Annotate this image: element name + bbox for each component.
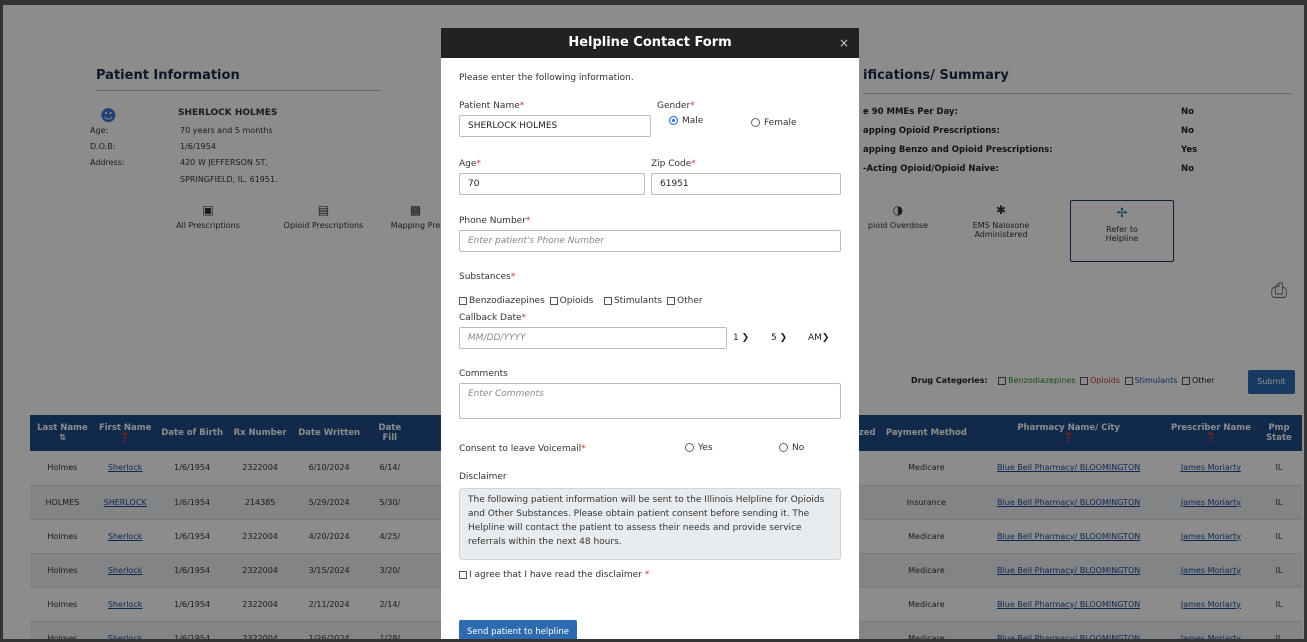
substance-other-checkbox[interactable]: [667, 296, 675, 305]
hour-select[interactable]: 1 ❯: [733, 327, 749, 349]
comments-textarea[interactable]: Enter Comments: [459, 383, 841, 419]
disclaimer-label: Disclaimer: [459, 472, 507, 482]
gender-female-radio[interactable]: Female: [751, 118, 797, 128]
disclaimer-text: The following patient information will b…: [459, 488, 841, 560]
age-input[interactable]: 70: [459, 173, 645, 195]
modal-title: Helpline Contact Form: [568, 35, 732, 50]
phone-label: Phone Number*: [459, 216, 531, 226]
gender-label: Gender*: [657, 101, 695, 111]
radio-empty-icon: [685, 443, 694, 452]
substance-opioids-checkbox[interactable]: [549, 296, 558, 305]
agree-checkbox-row[interactable]: I agree that I have read the disclaimer …: [457, 570, 649, 580]
substance-stimulants-checkbox[interactable]: [603, 296, 612, 305]
zip-input[interactable]: 61951: [651, 173, 841, 195]
zip-label: Zip Code*: [651, 159, 696, 169]
substances-options: Benzodiazepines Opioids Stimulants Other: [457, 296, 703, 306]
phone-input[interactable]: Enter patient's Phone Number: [459, 230, 841, 252]
helpline-contact-modal: Helpline Contact Form × Please enter the…: [441, 28, 859, 639]
callback-label: Callback Date*: [459, 313, 527, 323]
modal-header: Helpline Contact Form ×: [441, 28, 859, 58]
substance-benzo-checkbox[interactable]: [459, 296, 467, 305]
radio-empty-icon: [779, 443, 788, 452]
substances-label: Substances*: [459, 272, 516, 282]
modal-intro: Please enter the following information.: [459, 73, 634, 83]
app-frame: Patient Information ☻ SHERLOCK HOLMES Ag…: [0, 0, 1307, 642]
minute-select[interactable]: 5 ❯: [771, 327, 787, 349]
close-icon[interactable]: ×: [839, 28, 849, 58]
comments-label: Comments: [459, 369, 508, 379]
patient-name-input[interactable]: SHERLOCK HOLMES: [459, 115, 651, 137]
send-to-helpline-button[interactable]: Send patient to helpline: [459, 620, 577, 639]
consent-no-radio[interactable]: No: [779, 443, 804, 453]
radio-empty-icon: [751, 118, 760, 127]
callback-date-input[interactable]: MM/DD/YYYY: [459, 327, 727, 349]
consent-yes-radio[interactable]: Yes: [685, 443, 713, 453]
agree-checkbox[interactable]: [459, 570, 467, 579]
age-label: Age*: [459, 159, 481, 169]
radio-selected-icon: [669, 116, 678, 125]
ampm-select[interactable]: AM❯: [808, 327, 829, 349]
patient-name-label: Patient Name*: [459, 101, 525, 111]
consent-label: Consent to leave Voicemail*: [459, 444, 586, 454]
gender-male-radio[interactable]: Male: [669, 116, 703, 126]
